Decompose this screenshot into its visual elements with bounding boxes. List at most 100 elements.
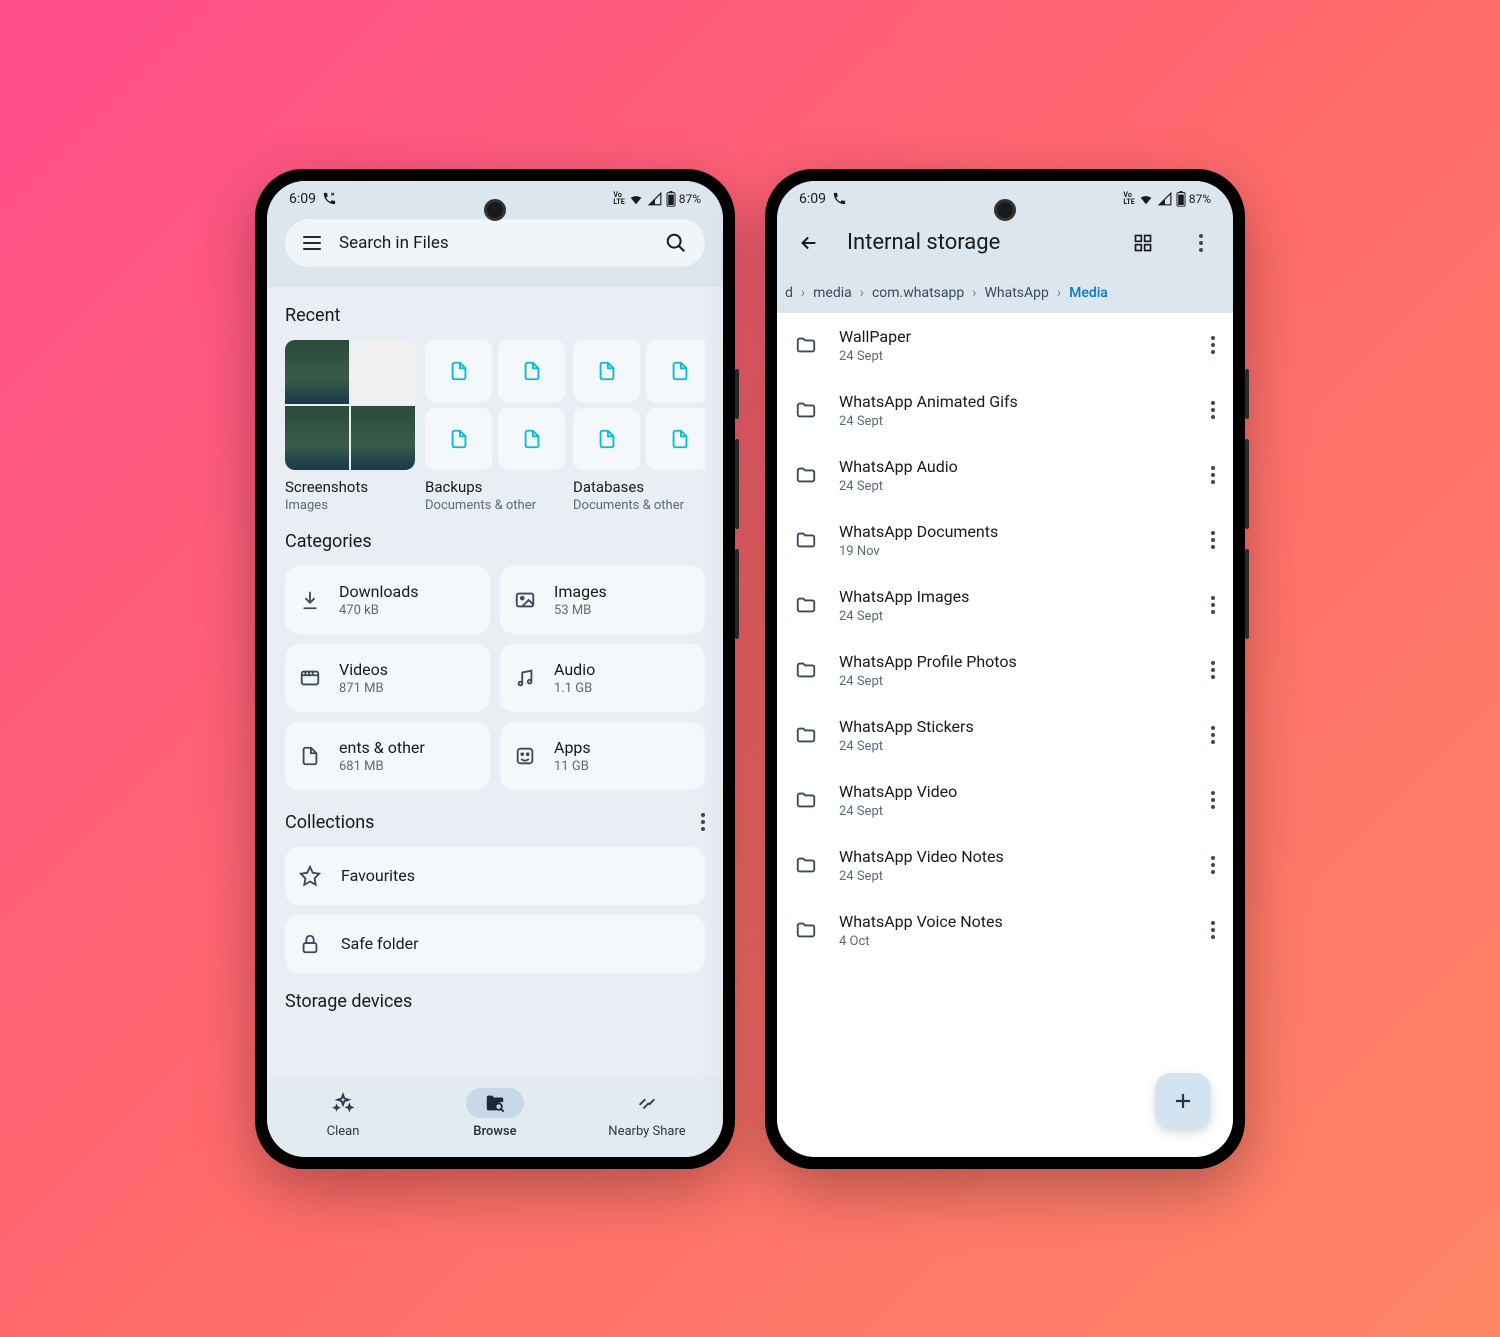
category-icon: [299, 589, 321, 611]
volume-up-button: [735, 439, 739, 529]
chevron-right-icon: ›: [972, 285, 976, 301]
item-more-icon[interactable]: [1211, 531, 1215, 549]
folder-item[interactable]: WhatsApp Audio24 Sept: [777, 443, 1233, 508]
recent-heading: Recent: [285, 305, 705, 326]
item-more-icon[interactable]: [1211, 856, 1215, 874]
category-images[interactable]: Images53 MB: [500, 566, 705, 634]
file-thumbnail: [498, 340, 565, 402]
folder-item[interactable]: WhatsApp Stickers24 Sept: [777, 703, 1233, 768]
more-icon[interactable]: [701, 813, 705, 831]
folder-item[interactable]: WallPaper24 Sept: [777, 313, 1233, 378]
recent-item-screenshots[interactable]: Screenshots Images: [285, 340, 417, 513]
folder-icon: [795, 659, 817, 681]
search-bar[interactable]: Search in Files: [285, 219, 705, 267]
wifi-icon: [628, 192, 644, 206]
status-time: 6:09: [799, 191, 826, 207]
file-thumbnail: [498, 408, 565, 470]
folder-icon: [795, 724, 817, 746]
categories-heading: Categories: [285, 531, 705, 552]
category-downloads[interactable]: Downloads470 kB: [285, 566, 490, 634]
search-placeholder: Search in Files: [339, 233, 647, 253]
file-thumbnail: [646, 340, 705, 402]
signal-icon: [1157, 192, 1173, 206]
share-icon: [636, 1092, 658, 1114]
plus-icon: [1171, 1089, 1195, 1113]
breadcrumb-item[interactable]: d: [785, 285, 793, 301]
more-icon: [1199, 234, 1203, 252]
nav-nearby-share[interactable]: Nearby Share: [571, 1088, 723, 1139]
item-more-icon[interactable]: [1211, 661, 1215, 679]
category-audio[interactable]: Audio1.1 GB: [500, 644, 705, 712]
arrow-left-icon: [798, 232, 820, 254]
volume-down-button: [735, 549, 739, 639]
folder-item[interactable]: WhatsApp Video Notes24 Sept: [777, 833, 1233, 898]
back-button[interactable]: [789, 223, 829, 263]
star-icon: [299, 865, 321, 887]
folder-icon: [795, 919, 817, 941]
lock-icon: [299, 933, 321, 955]
breadcrumb-item[interactable]: media: [813, 285, 852, 301]
folder-item[interactable]: WhatsApp Animated Gifs24 Sept: [777, 378, 1233, 443]
item-more-icon[interactable]: [1211, 726, 1215, 744]
sparkle-icon: [332, 1092, 354, 1114]
folder-item[interactable]: WhatsApp Video24 Sept: [777, 768, 1233, 833]
grid-view-button[interactable]: [1123, 223, 1163, 263]
power-button: [1245, 369, 1249, 419]
folder-icon: [795, 529, 817, 551]
category-icon: [514, 589, 536, 611]
phone-right: 6:09 Vo LTE 87% Internal storage: [765, 169, 1245, 1169]
grid-icon: [1133, 233, 1153, 253]
folder-item[interactable]: WhatsApp Documents19 Nov: [777, 508, 1233, 573]
breadcrumb-item[interactable]: com.whatsapp: [872, 285, 964, 301]
volume-up-button: [1245, 439, 1249, 529]
folder-icon: [795, 789, 817, 811]
power-button: [735, 369, 739, 419]
status-time: 6:09: [289, 191, 316, 207]
battery-percent: 87%: [679, 192, 701, 206]
folder-icon: [795, 594, 817, 616]
recent-item-databases[interactable]: Databases Documents & other: [573, 340, 705, 513]
lte-indicator: Vo LTE: [1123, 192, 1134, 206]
volume-down-button: [1245, 549, 1249, 639]
nav-clean[interactable]: Clean: [267, 1088, 419, 1139]
breadcrumb-item[interactable]: WhatsApp: [984, 285, 1048, 301]
category-icon: [514, 745, 536, 767]
storage-heading: Storage devices: [285, 991, 705, 1012]
fab-add[interactable]: [1155, 1073, 1211, 1129]
folder-item[interactable]: WhatsApp Profile Photos24 Sept: [777, 638, 1233, 703]
folder-icon: [795, 854, 817, 876]
page-title: Internal storage: [847, 230, 1105, 255]
folder-icon: [795, 334, 817, 356]
category-ents-other[interactable]: ents & other681 MB: [285, 722, 490, 790]
item-more-icon[interactable]: [1211, 596, 1215, 614]
battery-icon: [666, 191, 676, 207]
collections-heading: Collections: [285, 812, 374, 833]
file-thumbnail: [646, 408, 705, 470]
item-more-icon[interactable]: [1211, 791, 1215, 809]
breadcrumb[interactable]: d›media›com.whatsapp›WhatsApp›Media: [777, 273, 1233, 313]
file-thumbnail: [425, 340, 492, 402]
file-thumbnail: [425, 408, 492, 470]
status-bar: 6:09 Vo LTE 87%: [267, 181, 723, 213]
item-more-icon[interactable]: [1211, 401, 1215, 419]
collection-safe-folder[interactable]: Safe folder: [285, 915, 705, 973]
bottom-navigation: Clean Browse Nearby Share: [267, 1078, 723, 1157]
breadcrumb-item[interactable]: Media: [1069, 285, 1108, 301]
folder-list[interactable]: WallPaper24 SeptWhatsApp Animated Gifs24…: [777, 313, 1233, 1157]
folder-item[interactable]: WhatsApp Images24 Sept: [777, 573, 1233, 638]
recent-item-backups[interactable]: Backups Documents & other: [425, 340, 565, 513]
category-videos[interactable]: Videos871 MB: [285, 644, 490, 712]
folder-item[interactable]: WhatsApp Voice Notes4 Oct: [777, 898, 1233, 963]
nav-browse[interactable]: Browse: [419, 1088, 571, 1139]
collection-favourites[interactable]: Favourites: [285, 847, 705, 905]
item-more-icon[interactable]: [1211, 336, 1215, 354]
signal-icon: [647, 192, 663, 206]
more-button[interactable]: [1181, 223, 1221, 263]
chevron-right-icon: ›: [801, 285, 805, 301]
item-more-icon[interactable]: [1211, 921, 1215, 939]
category-apps[interactable]: Apps11 GB: [500, 722, 705, 790]
call-icon: [832, 191, 847, 206]
search-icon[interactable]: [665, 232, 687, 254]
item-more-icon[interactable]: [1211, 466, 1215, 484]
menu-icon[interactable]: [303, 236, 321, 250]
